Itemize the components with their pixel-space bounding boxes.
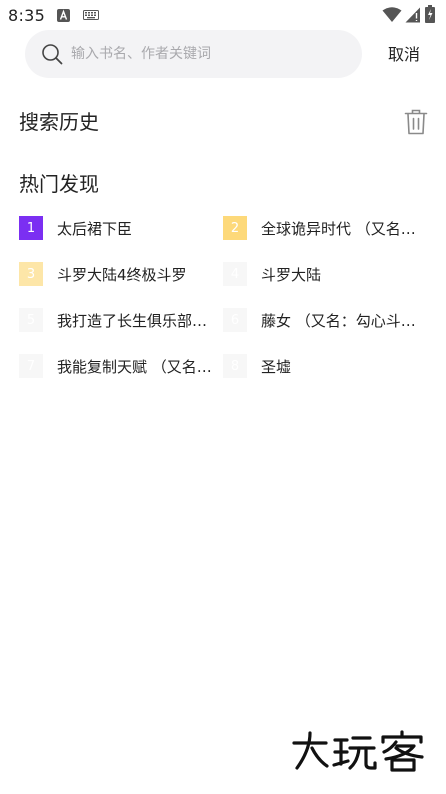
signal-icon (405, 7, 420, 23)
hot-item[interactable]: 6 藤女 （又名：勾心斗… (223, 307, 419, 333)
rank-badge: 1 (19, 216, 43, 240)
trash-icon[interactable] (404, 109, 428, 135)
hot-item-title: 斗罗大陆4终极斗罗 (57, 265, 187, 284)
search-history-title: 搜索历史 (19, 110, 99, 134)
hot-item-title: 太后裙下臣 (57, 219, 133, 238)
hot-item-title: 藤女 （又名：勾心斗… (261, 311, 416, 330)
hot-item[interactable]: 5 我打造了长生俱乐部… (19, 307, 215, 333)
rank-badge: 5 (19, 308, 43, 332)
hot-item-title: 全球诡异时代 （又名… (261, 219, 416, 238)
watermark-logo (292, 730, 424, 772)
battery-icon (425, 5, 435, 23)
hot-item[interactable]: 3 斗罗大陆4终极斗罗 (19, 261, 215, 287)
search-box[interactable] (25, 30, 362, 78)
hot-item[interactable]: 7 我能复制天赋 （又名… (19, 353, 215, 379)
hot-discover-title: 热门发现 (19, 172, 99, 196)
rank-badge: 6 (223, 308, 247, 332)
hot-item-title: 我打造了长生俱乐部… (57, 311, 208, 330)
status-bar: 8:35 (0, 0, 446, 30)
hot-item[interactable]: 2 全球诡异时代 （又名… (223, 215, 419, 241)
rank-badge: 2 (223, 216, 247, 240)
rank-badge: 8 (223, 354, 247, 378)
hot-item[interactable]: 4 斗罗大陆 (223, 261, 419, 287)
cancel-button[interactable]: 取消 (380, 42, 428, 68)
keyboard-icon (83, 10, 99, 20)
rank-badge: 7 (19, 354, 43, 378)
hot-item[interactable]: 8 圣墟 (223, 353, 419, 379)
rank-badge: 4 (223, 262, 247, 286)
hot-item-title: 斗罗大陆 (261, 265, 322, 284)
hot-item[interactable]: 1 太后裙下臣 (19, 215, 215, 241)
wifi-icon (382, 7, 402, 22)
rank-badge: 3 (19, 262, 43, 286)
hot-item-title: 我能复制天赋 （又名… (57, 357, 212, 376)
notification-a-icon (57, 9, 70, 22)
status-time: 8:35 (8, 6, 46, 25)
search-icon (42, 44, 63, 65)
hot-item-title: 圣墟 (261, 357, 292, 376)
search-input[interactable] (71, 30, 351, 78)
